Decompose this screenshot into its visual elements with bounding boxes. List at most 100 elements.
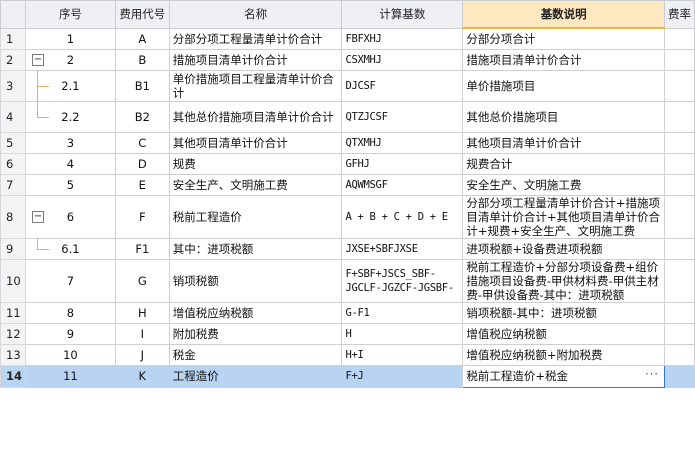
rate-cell[interactable] [663, 194, 695, 239]
row-number-cell[interactable]: 2 [0, 48, 27, 71]
rate-cell[interactable] [663, 301, 695, 324]
table-row[interactable]: 10 7 G 销项税额 F+SBF+JSCS_SBF-JGCLF-JGZCF-JGSBF… [0, 258, 695, 303]
row-number-cell[interactable]: 5 [0, 131, 27, 154]
desc-cell[interactable]: 安全生产、文明施工费 [462, 173, 665, 196]
base-cell[interactable]: CSXMHJ [341, 48, 464, 71]
base-cell[interactable]: A + B + C + D + E [341, 194, 464, 239]
row-number-cell[interactable]: 4 [0, 100, 27, 133]
table-row[interactable]: 9 6.1 F1 其中：进项税额 JXSE+SBFJXSE 进项税额+设备费进项税额 [0, 237, 695, 260]
base-cell[interactable]: AQWMSGF [341, 173, 464, 196]
row-number-cell[interactable]: 10 [0, 258, 27, 303]
base-cell[interactable]: DJCSF [341, 69, 464, 102]
desc-cell[interactable]: 销项税额-其中：进项税额 [462, 301, 665, 324]
row-number-cell[interactable]: 1 [0, 27, 27, 50]
rate-cell[interactable] [663, 69, 695, 102]
header-name[interactable]: 名称 [168, 0, 343, 29]
header-corner[interactable] [0, 0, 27, 29]
table-row[interactable]: 6 4 D 规费 GFHJ 规费合计 [0, 152, 695, 175]
name-cell[interactable]: 其他项目清单计价合计 [168, 131, 343, 154]
rate-cell[interactable] [663, 322, 695, 345]
row-number-cell[interactable]: 8 [0, 194, 27, 239]
base-cell[interactable]: FBFXHJ [341, 27, 464, 50]
name-cell[interactable]: 单价措施项目工程量清单计价合计 [168, 69, 343, 102]
row-number-cell[interactable]: 14 [0, 364, 27, 388]
rate-cell[interactable] [663, 364, 695, 388]
code-cell[interactable]: H [114, 301, 170, 324]
seq-cell[interactable]: 2.2 [25, 100, 116, 133]
desc-cell[interactable]: 增值税应纳税额 [462, 322, 665, 345]
row-number-cell[interactable]: 3 [0, 69, 27, 102]
code-cell[interactable]: C [114, 131, 170, 154]
table-row[interactable]: 5 3 C 其他项目清单计价合计 QTXMHJ 其他项目清单计价合计 [0, 131, 695, 154]
name-cell[interactable]: 其他总价措施项目清单计价合计 [168, 100, 343, 133]
table-row[interactable]: 7 5 E 安全生产、文明施工费 AQWMSGF 安全生产、文明施工费 [0, 173, 695, 196]
base-cell[interactable]: JXSE+SBFJXSE [341, 237, 464, 260]
name-cell[interactable]: 销项税额 [168, 258, 343, 303]
name-cell[interactable]: 税前工程造价 [168, 194, 343, 239]
code-cell[interactable]: B1 [114, 69, 170, 102]
seq-cell[interactable]: 7 [25, 258, 116, 303]
name-cell[interactable]: 税金 [168, 343, 343, 366]
seq-cell[interactable]: 5 [25, 173, 116, 196]
desc-cell[interactable]: 增值税应纳税额+附加税费 [462, 343, 665, 366]
collapse-toggle-icon[interactable]: − [32, 53, 45, 66]
row-number-cell[interactable]: 9 [0, 237, 27, 260]
desc-cell[interactable]: 单价措施项目 [462, 69, 665, 102]
code-cell[interactable]: F1 [114, 237, 170, 260]
name-cell[interactable]: 增值税应纳税额 [168, 301, 343, 324]
rate-cell[interactable] [663, 237, 695, 260]
name-cell[interactable]: 规费 [168, 152, 343, 175]
row-number-cell[interactable]: 6 [0, 152, 27, 175]
rate-cell[interactable] [663, 27, 695, 50]
table-row[interactable]: 2−2 B 措施项目清单计价合计 CSXMHJ 措施项目清单计价合计 [0, 48, 695, 71]
name-cell[interactable]: 其中：进项税额 [168, 237, 343, 260]
rate-cell[interactable] [663, 173, 695, 196]
code-cell[interactable]: D [114, 152, 170, 175]
name-cell[interactable]: 附加税费 [168, 322, 343, 345]
row-number-cell[interactable]: 7 [0, 173, 27, 196]
seq-cell[interactable]: 9 [25, 322, 116, 345]
base-cell[interactable]: QTZJCSF [341, 100, 464, 133]
base-cell[interactable]: H [341, 322, 464, 345]
desc-cell[interactable]: 进项税额+设备费进项税额 [462, 237, 665, 260]
base-cell[interactable]: G-F1 [341, 301, 464, 324]
row-number-cell[interactable]: 13 [0, 343, 27, 366]
code-cell[interactable]: B [114, 48, 170, 71]
code-cell[interactable]: K [114, 364, 170, 388]
table-row[interactable]: 11 8 H 增值税应纳税额 G-F1 销项税额-其中：进项税额 [0, 301, 695, 324]
seq-cell[interactable]: 8 [25, 301, 116, 324]
code-cell[interactable]: I [114, 322, 170, 345]
rate-cell[interactable] [663, 100, 695, 133]
seq-cell[interactable]: 11 [25, 364, 116, 388]
desc-cell[interactable]: 其他项目清单计价合计 [462, 131, 665, 154]
rate-cell[interactable] [663, 152, 695, 175]
code-cell[interactable]: F [114, 194, 170, 239]
table-row[interactable]: 14 11 K 工程造价 F+J 税前工程造价+税金 ··· [0, 364, 695, 388]
header-seq[interactable]: 序号 [25, 0, 116, 29]
collapse-toggle-icon[interactable]: − [32, 210, 45, 223]
header-desc[interactable]: 基数说明 [462, 0, 665, 29]
desc-cell[interactable]: 税前工程造价+税金 ··· [462, 364, 665, 388]
base-cell[interactable]: GFHJ [341, 152, 464, 175]
desc-cell[interactable]: 措施项目清单计价合计 [462, 48, 665, 71]
header-rate[interactable]: 费率 [663, 0, 695, 29]
seq-cell[interactable]: −6 [25, 194, 116, 239]
base-cell[interactable]: QTXMHJ [341, 131, 464, 154]
base-cell[interactable]: H+I [341, 343, 464, 366]
name-cell[interactable]: 分部分项工程量清单计价合计 [168, 27, 343, 50]
name-cell[interactable]: 工程造价 [168, 364, 343, 388]
row-number-cell[interactable]: 11 [0, 301, 27, 324]
seq-cell[interactable]: −2 [25, 48, 116, 71]
seq-cell[interactable]: 3 [25, 131, 116, 154]
name-cell[interactable]: 安全生产、文明施工费 [168, 173, 343, 196]
seq-cell[interactable]: 4 [25, 152, 116, 175]
seq-cell[interactable]: 2.1 [25, 69, 116, 102]
desc-cell[interactable]: 其他总价措施项目 [462, 100, 665, 133]
seq-cell[interactable]: 1 [25, 27, 116, 50]
code-cell[interactable]: B2 [114, 100, 170, 133]
desc-cell[interactable]: 分部分项工程量清单计价合计+措施项目清单计价合计+其他项目清单计价合计+规费+安… [462, 194, 665, 239]
ellipsis-button[interactable]: ··· [645, 367, 659, 381]
seq-cell[interactable]: 6.1 [25, 237, 116, 260]
table-row[interactable]: 8−6 F 税前工程造价 A + B + C + D + E 分部分项工程量清单计价合计… [0, 194, 695, 239]
code-cell[interactable]: J [114, 343, 170, 366]
